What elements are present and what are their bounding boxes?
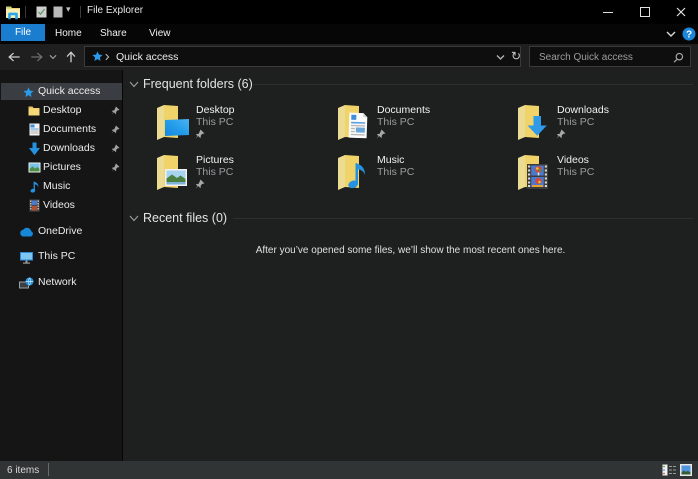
svg-text:?: ? — [686, 30, 692, 41]
